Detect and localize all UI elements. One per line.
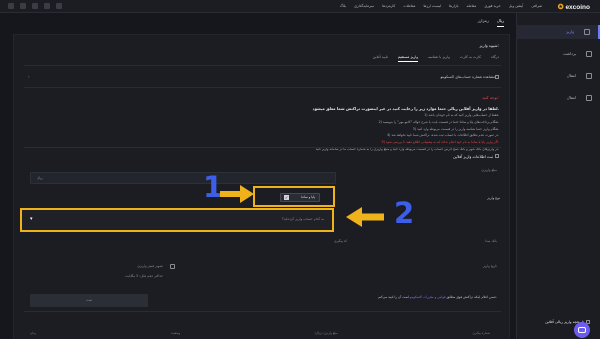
nav-item[interactable]: آپشن وبل — [509, 4, 524, 8]
nav-item[interactable]: کارمزدها — [382, 4, 395, 8]
nav-item[interactable]: معامله — [467, 4, 477, 8]
tab-direct-deposit[interactable]: واریز مستقیم — [397, 55, 418, 62]
tab-online-confirm[interactable]: تایید آنلاین — [373, 55, 388, 62]
nav-item[interactable]: سرمایه‌گذاری — [354, 4, 374, 8]
support-chat-button[interactable] — [574, 322, 590, 338]
nav-item[interactable]: بازارها — [449, 4, 459, 8]
rule-item: 2) هنگام پرداخت‌های پایا و ساتنا حتما در… — [378, 119, 499, 124]
nav-item[interactable]: خرید فوری — [484, 4, 500, 8]
source-account-select[interactable]: به کدام حساب واریز کرده‌اید؟ ▾ — [20, 208, 334, 232]
currency-unit: ریال — [37, 176, 43, 180]
theme-icon[interactable] — [44, 3, 50, 9]
sidebar-item-label: انتقال — [566, 95, 576, 100]
column-header: زمان — [30, 331, 37, 335]
section-title: ثبت اطلاعات واریز آفلاین — [453, 154, 493, 159]
column-header: وضعیت — [170, 331, 181, 335]
receipt-label[interactable]: تصویر فیش واریزی — [137, 264, 163, 268]
sidebar-item-label: برداشت — [563, 51, 576, 56]
tab-card-to-card[interactable]: کارت به کارت — [460, 55, 481, 62]
sidebar-item-deposit[interactable]: واریز — [516, 25, 600, 39]
source-account-placeholder: به کدام حساب واریز کرده‌اید؟ — [281, 217, 324, 221]
transfer-icon — [586, 73, 592, 79]
upload-icon[interactable] — [170, 264, 175, 269]
top-nav: ✪ excoino صرافی آپشن وبل خرید فوری معامل… — [0, 0, 600, 13]
amount-label: مبلغ واریزی — [481, 168, 497, 172]
deposit-type-value: پایا و ساتنا — [301, 195, 315, 199]
nav-item[interactable]: معاملات — [403, 4, 415, 8]
form-icon — [495, 154, 499, 158]
sidebar-item-transfer-2[interactable]: انتقال — [516, 91, 600, 105]
sidebar-item-label: انتقال — [566, 73, 576, 78]
deposit-type-label: نوع واریز — [487, 196, 500, 200]
column-header: مبلغ واریزی (ریال) — [314, 331, 338, 335]
tab-gateway[interactable]: درگاه — [491, 55, 499, 62]
rules-lead: لطفا در واریز آفلاین ریالی حتما موارد زی… — [312, 106, 499, 111]
column-header: شماره پیگیری — [472, 331, 490, 335]
date-label: تاریخ واریز — [483, 264, 497, 268]
nav-menu: صرافی آپشن وبل خرید فوری معامله بازارها … — [340, 4, 542, 8]
terms-prefix: ضمن اعلام اینکه تراکنش فوق مطابق — [446, 295, 496, 299]
sidebar-item-transfer[interactable]: انتقال — [516, 69, 600, 83]
withdraw-icon — [586, 51, 592, 57]
notification-icon[interactable] — [20, 3, 26, 9]
top-actions — [8, 3, 62, 9]
rule-item: 5) اگر واریز پایا یا ساتنا به نام خود ان… — [381, 140, 499, 145]
logo[interactable]: ✪ excoino — [558, 3, 590, 11]
deposit-type-chip[interactable]: ✓ پایا و ساتنا — [280, 193, 320, 202]
page-title: شیوه واریز: — [479, 43, 499, 48]
wallet-icon[interactable] — [32, 3, 38, 9]
bank-icon — [495, 75, 499, 79]
tracking-label: کد پیگیری — [333, 239, 347, 243]
language-icon[interactable] — [56, 3, 62, 9]
rules-list: لطفا در واریز آفلاین ریالی حتما موارد زی… — [22, 105, 499, 153]
tab-deposit-id[interactable]: واریز با شناسه — [428, 55, 450, 62]
bank-label: بانک مبدا — [485, 239, 497, 243]
terms-text: ضمن اعلام اینکه تراکنش فوق مطابق قوانین … — [257, 295, 497, 299]
history-table-header: شماره پیگیری مبلغ واریزی (ریال) وضعیت زم… — [30, 331, 490, 335]
deposit-icon — [584, 29, 590, 35]
chat-icon — [578, 327, 586, 333]
check-icon: ✓ — [284, 195, 289, 200]
transfer-icon — [586, 95, 592, 101]
rule-item: 4) در صورت عدم تطابق اطلاعات با حساب ثبت… — [387, 133, 499, 138]
rule-item: 1) فقط از حساب‌هایی واریز کنید که به نام… — [424, 113, 499, 117]
divider — [24, 311, 501, 312]
nav-item[interactable]: صرافی — [531, 4, 542, 8]
warning-title: توجه کنید: — [482, 95, 499, 100]
chevron-down-icon: ▾ — [30, 216, 33, 222]
method-tabs: درگاه کارت به کارت واریز با شناسه واریز … — [373, 55, 499, 62]
nav-item[interactable]: بلاگ — [340, 4, 346, 8]
nav-item[interactable]: لیست ارزها — [423, 4, 441, 8]
sidebar-item-label: واریز — [566, 29, 574, 34]
view-accounts-link[interactable]: مشاهده شماره حساب‌های اکسکوینو — [440, 75, 495, 79]
submit-button[interactable]: ثبت — [30, 294, 148, 307]
max-size-note: حداکثر حجم فایل: 5 مگابایت — [124, 274, 163, 278]
profile-icon[interactable] — [8, 3, 14, 9]
annotation-number-2: 2 — [394, 196, 415, 230]
chevron-icon[interactable]: › — [28, 74, 30, 79]
annotation-arrow-2-icon — [346, 207, 384, 227]
divider — [24, 65, 501, 66]
rule-item: 3) هنگام واریز حتما شناسه واریز را در قس… — [412, 126, 499, 131]
logo-mark-icon: ✪ — [557, 4, 564, 11]
logo-text: excoino — [565, 4, 590, 11]
divider — [24, 147, 501, 148]
tab-rial[interactable]: ریال — [496, 18, 504, 27]
currency-tabs: ریال رمزارز — [478, 18, 504, 27]
terms-link[interactable]: قوانین و مقررات اکسکوینو — [410, 295, 446, 299]
annotation-arrow-1-icon — [220, 185, 254, 203]
tab-crypto[interactable]: رمزارز — [478, 18, 489, 27]
sidebar-item-withdraw[interactable]: برداشت — [516, 47, 600, 61]
sidebar: واریز برداشت انتقال انتقال — [516, 13, 600, 339]
amount-input[interactable]: ریال — [30, 172, 336, 184]
divider — [24, 87, 501, 88]
